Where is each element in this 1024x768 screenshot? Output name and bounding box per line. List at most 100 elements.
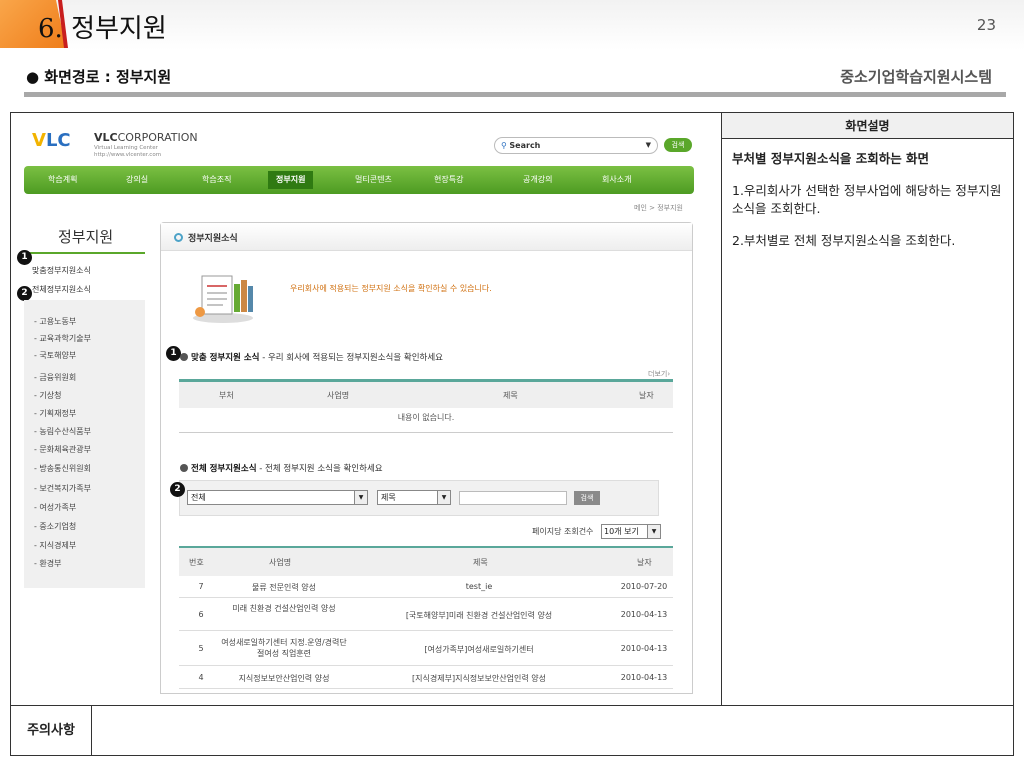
- screen-path: ● 화면경로 : 정부지원: [26, 68, 172, 86]
- section2-desc: - 전체 정부지원 소식을 확인하세요: [259, 464, 383, 474]
- ring-icon: [174, 233, 183, 242]
- sidebar-item-all[interactable]: 전체정부지원소식: [32, 284, 91, 295]
- sidebar-item-custom[interactable]: 맞춤정부지원소식: [32, 265, 91, 276]
- search-icon: ⚲: [501, 141, 507, 150]
- nav-item[interactable]: 회사소개: [602, 166, 631, 194]
- corp-sub2: http://www.vlcenter.com: [94, 152, 162, 158]
- logo-v: V: [32, 130, 46, 151]
- sidebar-subitem[interactable]: - 중소기업청: [34, 521, 76, 532]
- vlc-logo[interactable]: VLC: [32, 130, 71, 151]
- section2-title: 전체 정부지원소식 - 전체 정부지원 소식을 확인하세요: [180, 462, 383, 474]
- description-header: 화면설명: [722, 113, 1013, 139]
- col-header: 날자: [639, 391, 654, 400]
- nav-item-active[interactable]: 정부지원: [268, 171, 314, 189]
- chevron-down-icon[interactable]: ▼: [437, 491, 450, 504]
- description-line: 2.부처별로 전체 정부지원소식을 조회한다.: [732, 233, 956, 248]
- table1-bottom-rule: [179, 432, 673, 433]
- nav-item[interactable]: 학습조직: [202, 166, 231, 194]
- row-date: 2010-04-13: [620, 673, 668, 682]
- note-divider: [91, 705, 92, 756]
- per-page-value: 10개 보기: [604, 527, 639, 536]
- table-row[interactable]: 6 미래 친환경 건설산업인력 양성 [국토해양부]미래 친환경 건설산업인력 …: [179, 599, 673, 631]
- sidebar-subitem[interactable]: - 고용노동부: [34, 316, 76, 327]
- sidebar-subitem[interactable]: - 환경부: [34, 558, 62, 569]
- frame-bottom-divider: [10, 705, 1014, 706]
- callout-badge: 1: [166, 346, 181, 361]
- section2-heading: 전체 정부지원소식: [191, 464, 257, 474]
- sidebar-subitem[interactable]: - 농림수산식품부: [34, 426, 91, 437]
- intro-text: 우리회사에 적용되는 정부지원 소식을 확인하실 수 있습니다.: [290, 284, 492, 293]
- more-link[interactable]: 더보기›: [648, 369, 670, 379]
- sidebar-subitem[interactable]: - 방송통신위원회: [34, 463, 91, 474]
- chevron-down-icon[interactable]: ▼: [646, 138, 651, 153]
- description-line: 1.우리회사가 선택한 정부사업에 해당하는 정부지원소식을 조회한다.: [732, 183, 1002, 216]
- table-row[interactable]: 4 지식정보보안산업인력 양성 [지식경제부]지식정보보안산업인력 양성 201…: [179, 667, 673, 689]
- section1-title: 맞춤 정부지원 소식 - 우리 회사에 적용되는 정부지원소식을 확인하세요: [180, 351, 443, 363]
- keyword-input[interactable]: [459, 491, 567, 505]
- row-project: 물류 전문인력 양성: [252, 583, 316, 592]
- col-header: 번호: [189, 558, 204, 567]
- sidebar-subitem[interactable]: - 기상청: [34, 390, 62, 401]
- description-body: 부처별 정부지원소식을 조회하는 화면 1.우리회사가 선택한 정부사업에 해당…: [732, 150, 1008, 264]
- description-line: 부처별 정부지원소식을 조회하는 화면: [732, 151, 930, 166]
- row-no: 5: [198, 644, 204, 653]
- row-date: 2010-04-13: [620, 644, 668, 653]
- section1-heading: 맞춤 정부지원 소식: [191, 353, 260, 363]
- header-rule: [24, 92, 1006, 97]
- page-number: 23: [976, 16, 996, 34]
- system-name: 중소기업학습지원시스템: [840, 68, 992, 86]
- col-header: 사업명: [327, 391, 350, 400]
- table-row[interactable]: 7 물류 전문인력 양성 test_ie 2010-07-20: [179, 576, 673, 598]
- row-project: 미래 친환경 건설산업인력 양성: [232, 604, 336, 613]
- row-no: 4: [198, 673, 204, 682]
- col-header: 부처: [219, 391, 234, 400]
- row-title[interactable]: [국토해양부]미래 친환경 건설산업인력 양성: [369, 610, 589, 621]
- corp-name: VLCCORPORATION: [94, 131, 198, 144]
- col-header: 제목: [473, 558, 488, 567]
- note-label: 주의사항: [27, 723, 75, 738]
- sidebar-subitem[interactable]: - 문화체육관광부: [34, 444, 91, 455]
- search-input[interactable]: ⚲ Search ▼: [494, 137, 658, 154]
- col-header: 제목: [503, 391, 518, 400]
- corp-sub1: Virtual Learning Center: [94, 145, 158, 151]
- row-title[interactable]: [여성가족부]여성새로일하기센터: [369, 644, 589, 655]
- row-no: 6: [198, 610, 204, 619]
- row-project: 지식정보보안산업인력 양성: [238, 674, 330, 683]
- per-page-select[interactable]: 10개 보기 ▼: [601, 524, 661, 539]
- filter-search-button[interactable]: 검색: [574, 491, 600, 505]
- chevron-down-icon[interactable]: ▼: [647, 525, 660, 538]
- search-button[interactable]: 검색: [664, 138, 692, 152]
- corp-subtitle: Virtual Learning Center http://www.vlcent…: [94, 145, 161, 159]
- nav-item[interactable]: 공개강의: [523, 166, 552, 194]
- col-header: 날자: [637, 558, 652, 567]
- sidebar-subitem[interactable]: - 교육과학기술부: [34, 333, 91, 344]
- row-date: 2010-04-13: [620, 610, 668, 619]
- chevron-down-icon[interactable]: ▼: [354, 491, 367, 504]
- bullet-icon: [180, 464, 188, 472]
- logo-c: C: [57, 130, 71, 151]
- nav-item[interactable]: 학습계획: [48, 166, 77, 194]
- sidebar-subitem[interactable]: - 금융위원회: [34, 372, 76, 383]
- sidebar-subitem[interactable]: - 지식경제부: [34, 540, 76, 551]
- sidebar-subitem[interactable]: - 여성가족부: [34, 502, 76, 513]
- nav-item[interactable]: 강의실: [126, 166, 148, 194]
- ministry-select[interactable]: 전체 ▼: [187, 490, 368, 505]
- table-row[interactable]: 5 여성새로일하기센터 지정.운영/경력단절여성 직업훈련 [여성가족부]여성새…: [179, 632, 673, 666]
- sidebar-rule: [24, 252, 145, 254]
- nav-item[interactable]: 멀티콘텐츠: [355, 166, 392, 194]
- callout-badge: 2: [17, 286, 32, 301]
- row-title[interactable]: [지식경제부]지식정보보안산업인력 양성: [369, 673, 589, 684]
- callout-badge: 1: [17, 250, 32, 265]
- sidebar-subitem[interactable]: - 기획재정부: [34, 408, 76, 419]
- row-no: 7: [198, 582, 204, 591]
- field-select[interactable]: 제목 ▼: [377, 490, 451, 505]
- row-title[interactable]: test_ie: [369, 582, 589, 591]
- sidebar-subitem[interactable]: - 보건복지가족부: [34, 483, 91, 494]
- sidebar-subitem[interactable]: - 국토해양부: [34, 350, 76, 361]
- col-header: 사업명: [269, 558, 292, 567]
- logo-l: L: [45, 130, 58, 151]
- nav-item[interactable]: 현장특강: [434, 166, 463, 194]
- row-date: 2010-07-20: [620, 582, 668, 591]
- frame-divider: [721, 112, 722, 705]
- corp-rest: CORPORATION: [117, 131, 198, 144]
